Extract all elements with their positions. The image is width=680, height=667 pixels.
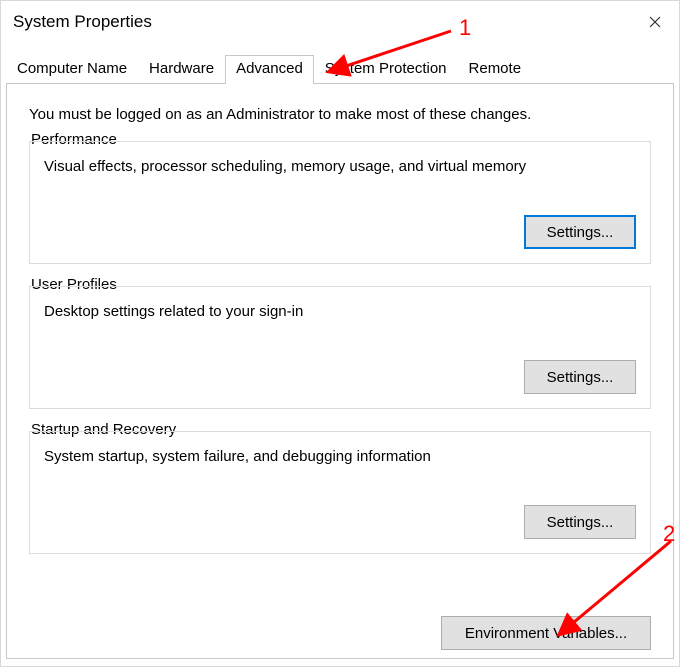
tab-hardware[interactable]: Hardware (138, 55, 225, 83)
annotation-number-2: 2 (663, 521, 675, 547)
admin-intro-text: You must be logged on as an Administrato… (29, 106, 651, 123)
close-icon (649, 16, 661, 28)
system-properties-window: System Properties Computer Name Hardware… (0, 0, 680, 667)
group-performance-desc: Visual effects, processor scheduling, me… (44, 158, 636, 175)
group-user-profiles-frame: Desktop settings related to your sign-in… (29, 286, 651, 409)
group-startup-recovery-frame: System startup, system failure, and debu… (29, 431, 651, 554)
group-startup-recovery-desc: System startup, system failure, and debu… (44, 448, 636, 465)
user-profiles-settings-button[interactable]: Settings... (524, 360, 636, 394)
group-performance: Performance Visual effects, processor sc… (29, 141, 651, 264)
tab-computer-name[interactable]: Computer Name (6, 55, 138, 83)
startup-recovery-settings-button[interactable]: Settings... (524, 505, 636, 539)
tab-remote[interactable]: Remote (458, 55, 533, 83)
titlebar: System Properties (1, 1, 679, 43)
tab-system-protection[interactable]: System Protection (314, 55, 458, 83)
window-title: System Properties (13, 12, 631, 32)
advanced-panel: You must be logged on as an Administrato… (6, 84, 674, 659)
performance-settings-button[interactable]: Settings... (524, 215, 636, 249)
group-performance-frame: Visual effects, processor scheduling, me… (29, 141, 651, 264)
tabstrip: Computer Name Hardware Advanced System P… (6, 53, 674, 84)
env-vars-row: Environment Variables... (441, 616, 651, 650)
tab-advanced[interactable]: Advanced (225, 55, 314, 84)
group-user-profiles: User Profiles Desktop settings related t… (29, 286, 651, 409)
group-user-profiles-desc: Desktop settings related to your sign-in (44, 303, 636, 320)
group-startup-recovery: Startup and Recovery System startup, sys… (29, 431, 651, 554)
annotation-number-1: 1 (459, 15, 471, 41)
close-button[interactable] (631, 1, 679, 43)
environment-variables-button[interactable]: Environment Variables... (441, 616, 651, 650)
